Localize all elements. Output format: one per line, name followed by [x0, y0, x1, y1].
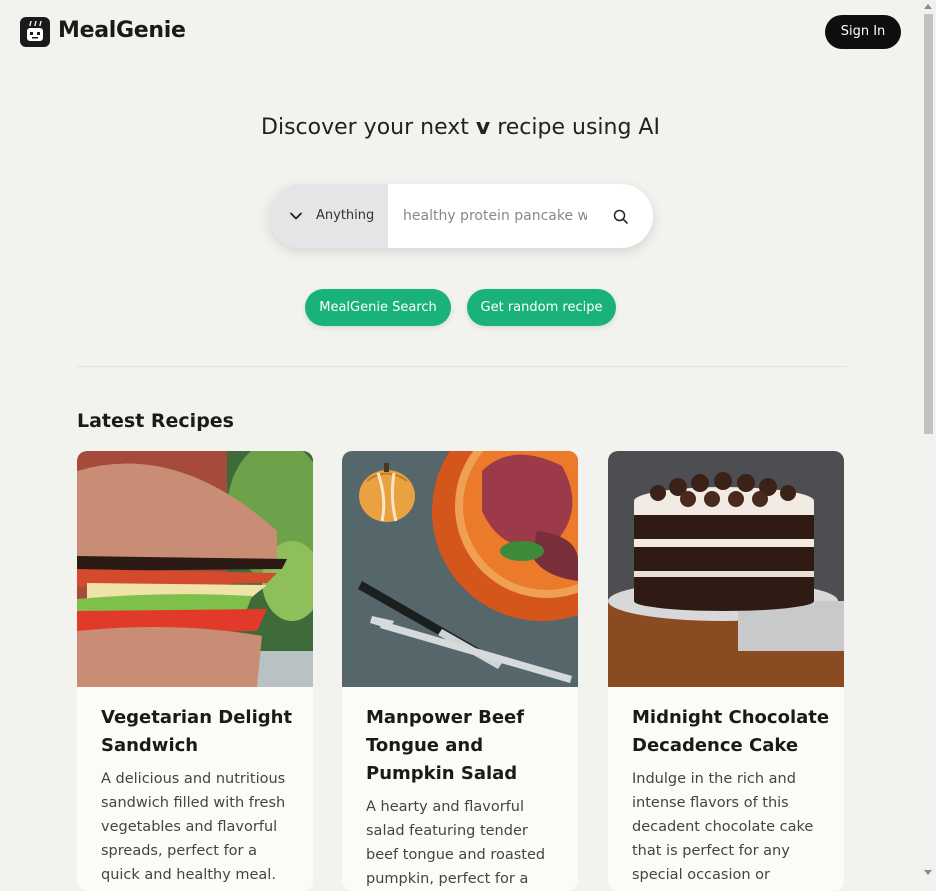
recipe-card[interactable]: Vegetarian Delight Sandwich A delicious …: [77, 451, 313, 891]
vertical-scrollbar[interactable]: [921, 0, 936, 879]
recipe-image-chocolate-cake: [608, 451, 844, 687]
scroll-down-arrow-icon[interactable]: [924, 870, 932, 875]
recipe-image-beef-salad: [342, 451, 578, 687]
headline-part-1: Discover your next: [261, 115, 476, 140]
chevron-down-icon: [290, 212, 302, 220]
search-bar: Anything: [269, 184, 653, 248]
recipe-image-sandwich: [77, 451, 313, 687]
recipe-description: Indulge in the rich and intense flavors …: [632, 771, 814, 883]
filter-label: Anything: [316, 208, 375, 223]
recipe-card[interactable]: Midnight Chocolate Decadence Cake Indulg…: [608, 451, 844, 891]
section-divider: [77, 366, 847, 367]
latest-recipes-heading: Latest Recipes: [77, 410, 234, 432]
hero-headline: Discover your next v recipe using AI: [0, 115, 921, 140]
recipe-title[interactable]: Vegetarian Delight Sandwich: [101, 704, 301, 760]
mealgenie-search-button[interactable]: MealGenie Search: [305, 289, 451, 326]
category-filter-dropdown[interactable]: Anything: [269, 184, 388, 248]
scroll-up-arrow-icon[interactable]: [924, 4, 932, 9]
recipe-title[interactable]: Midnight Chocolate Decadence Cake: [632, 704, 832, 760]
header: MealGenie Sign In: [0, 0, 921, 66]
recipe-description: A hearty and flavorful salad featuring t…: [366, 799, 546, 887]
scrollbar-thumb[interactable]: [924, 14, 933, 434]
headline-part-2: recipe using AI: [490, 115, 660, 140]
sign-in-button[interactable]: Sign In: [825, 15, 901, 49]
recipe-description: A delicious and nutritious sandwich fill…: [101, 771, 286, 883]
brand-name[interactable]: MealGenie: [58, 18, 186, 43]
headline-cursor-text: v: [475, 115, 491, 140]
random-recipe-button[interactable]: Get random recipe: [467, 289, 616, 326]
chef-robot-icon[interactable]: [20, 17, 50, 47]
search-input[interactable]: [403, 204, 587, 228]
search-icon[interactable]: [612, 208, 630, 226]
recipe-card[interactable]: Manpower Beef Tongue and Pumpkin Salad A…: [342, 451, 578, 891]
recipe-title[interactable]: Manpower Beef Tongue and Pumpkin Salad: [366, 704, 566, 788]
